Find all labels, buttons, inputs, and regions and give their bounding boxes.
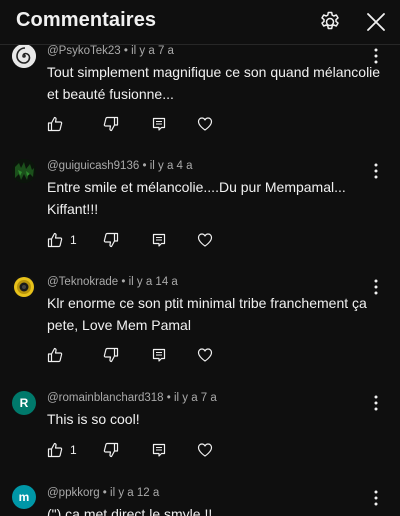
comments-header: Commentaires <box>0 0 400 44</box>
spiral-avatar-icon <box>12 44 36 68</box>
heart-icon <box>197 233 213 247</box>
heart-icon <box>197 348 213 362</box>
dark-avatar-icon <box>12 159 36 183</box>
page-title: Commentaires <box>16 9 157 31</box>
speaker-avatar-icon <box>12 275 36 299</box>
header-divider <box>0 44 400 45</box>
comment-time[interactable]: il y a 14 a <box>129 276 178 288</box>
reply-icon <box>152 348 166 362</box>
comment-time[interactable]: il y a 12 a <box>110 487 159 499</box>
dislike-button[interactable] <box>103 230 119 250</box>
comment-text: Entre smile et mélancolie....Du pur Memp… <box>47 179 346 217</box>
heart-icon <box>197 117 213 131</box>
dot-separator: • <box>102 487 111 499</box>
comment-text: (") ça met direct le smyle !! <box>47 506 213 516</box>
avatar[interactable] <box>12 44 36 68</box>
reply-button[interactable] <box>151 114 167 134</box>
gear-icon[interactable] <box>318 10 342 34</box>
comment-time[interactable]: il y a 4 a <box>150 160 193 172</box>
heart-button[interactable] <box>197 440 213 460</box>
dot-separator: • <box>121 276 129 288</box>
comment-actions <box>47 345 247 365</box>
comment-author[interactable]: @Teknokrade <box>47 276 118 288</box>
reply-icon <box>152 117 166 131</box>
avatar[interactable]: R <box>12 391 36 415</box>
reply-icon <box>152 443 166 457</box>
comment-author[interactable]: @ppkkorg <box>47 487 100 499</box>
comment-time[interactable]: il y a 7 a <box>174 392 217 404</box>
dislike-button[interactable] <box>103 114 119 134</box>
comment-text: This is so cool! <box>47 411 140 427</box>
like-count: 1 <box>70 443 77 457</box>
thumbs-up-icon <box>47 232 63 248</box>
close-icon[interactable] <box>364 10 388 34</box>
comment-time[interactable]: il y a 7 a <box>131 45 174 57</box>
avatar-letter: m <box>18 490 30 504</box>
heart-button[interactable] <box>197 345 213 365</box>
reply-button[interactable] <box>151 345 167 365</box>
comment-actions: 1 <box>47 440 247 460</box>
comment-meta: @guiguicash9136 • il y a 4 a <box>47 160 193 172</box>
comment-meta: @PsykoTek23 • il y a 7 a <box>47 45 174 57</box>
heart-button[interactable] <box>197 230 213 250</box>
comment-actions <box>47 114 247 134</box>
dot-separator: • <box>166 392 174 404</box>
thumbs-down-icon <box>103 347 119 363</box>
comment-meta: @Teknokrade • il y a 14 a <box>47 276 178 288</box>
like-button[interactable] <box>47 114 70 134</box>
thumbs-down-icon <box>103 232 119 248</box>
dot-separator: • <box>142 160 150 172</box>
comment-meta: @ppkkorg • il y a 12 a <box>47 487 159 499</box>
avatar[interactable]: m <box>12 485 36 509</box>
heart-button[interactable] <box>197 114 213 134</box>
comments-list: @PsykoTek23 • il y a 7 a Tout simplement… <box>0 0 400 516</box>
comment-meta: @romainblanchard318 • il y a 7 a <box>47 392 217 404</box>
thumbs-up-icon <box>47 116 63 132</box>
avatar[interactable] <box>12 275 36 299</box>
thumbs-up-icon <box>47 347 63 363</box>
comment-text: Klr enorme ce son ptit minimal tribe fra… <box>47 295 367 333</box>
dislike-button[interactable] <box>103 345 119 365</box>
thumbs-down-icon <box>103 116 119 132</box>
like-button[interactable]: 1 <box>47 440 77 460</box>
reply-button[interactable] <box>151 230 167 250</box>
thumbs-up-icon <box>47 442 63 458</box>
comment-author[interactable]: @romainblanchard318 <box>47 392 164 404</box>
comment-text: Tout simplement magnifique ce son quand … <box>47 64 381 102</box>
reply-icon <box>152 233 166 247</box>
comment-author[interactable]: @guiguicash9136 <box>47 160 139 172</box>
reply-button[interactable] <box>151 440 167 460</box>
dislike-button[interactable] <box>103 440 119 460</box>
comment-actions: 1 <box>47 230 247 250</box>
like-count: 1 <box>70 233 77 247</box>
thumbs-down-icon <box>103 442 119 458</box>
avatar[interactable] <box>12 159 36 183</box>
comment-author[interactable]: @PsykoTek23 <box>47 45 121 57</box>
avatar-letter: R <box>19 396 29 410</box>
like-button[interactable] <box>47 345 70 365</box>
like-button[interactable]: 1 <box>47 230 77 250</box>
heart-icon <box>197 443 213 457</box>
